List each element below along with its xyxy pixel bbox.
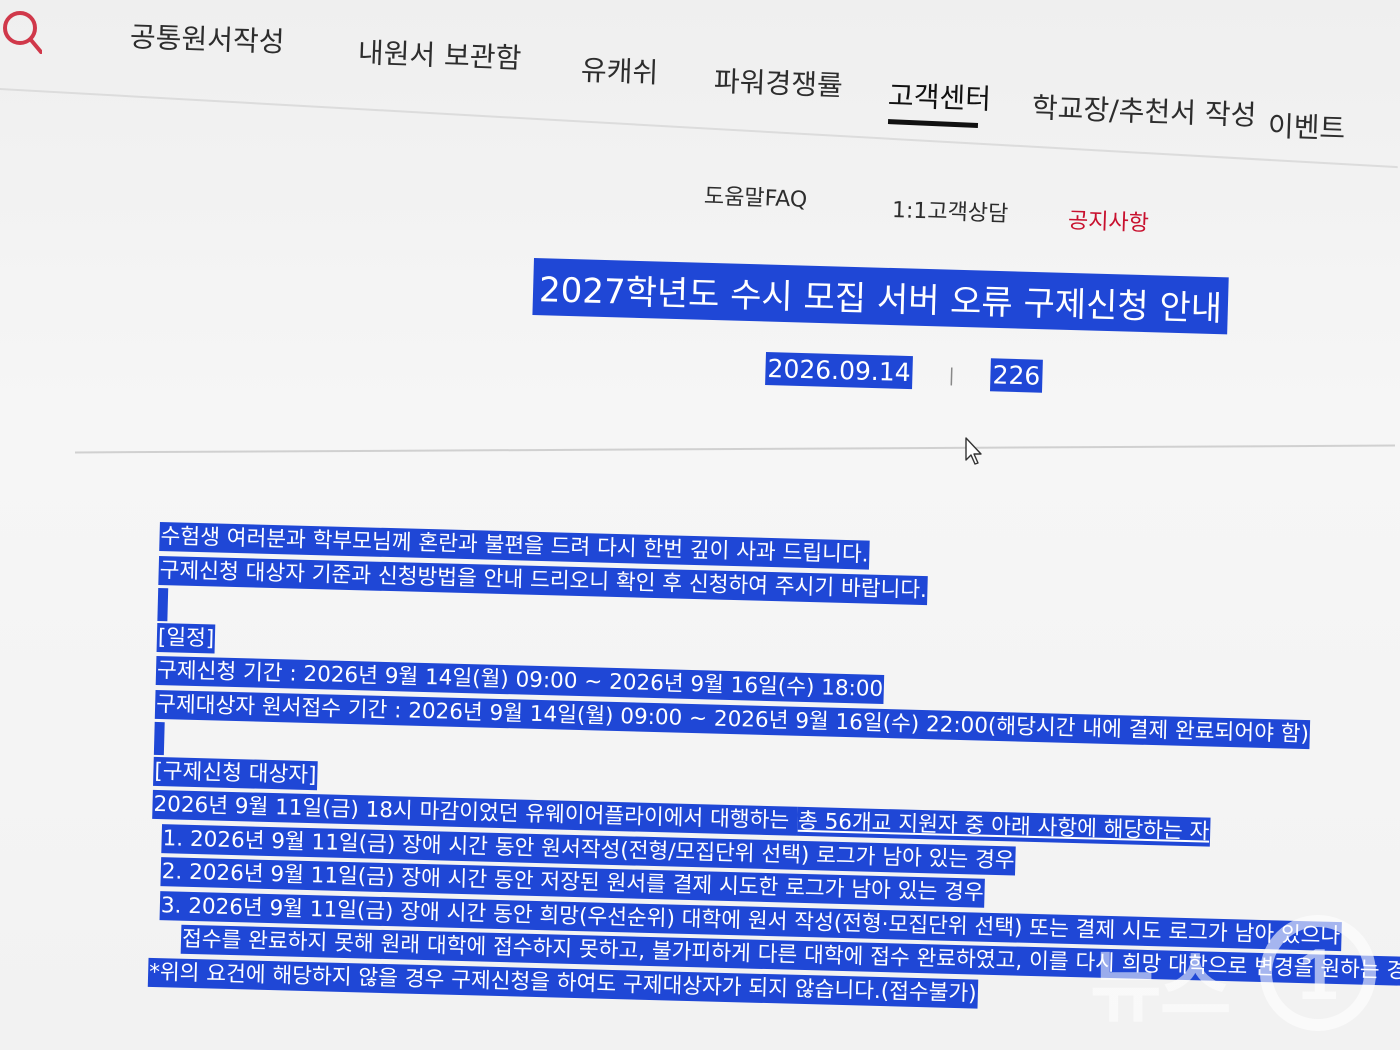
article-meta: 2026.09.14 | 226: [765, 352, 1043, 393]
active-tab-indicator: [887, 119, 979, 128]
article-view-count: 226: [990, 358, 1043, 393]
search-icon[interactable]: [2, 8, 42, 54]
article-title: 2027학년도 수시 모집 서버 오류 구제신청 안내: [532, 258, 1229, 335]
nav-item-common-application[interactable]: 공통원서작성: [129, 15, 285, 60]
subnav-item-faq[interactable]: 도움말FAQ: [703, 178, 808, 214]
article-date: 2026.09.14: [765, 352, 914, 390]
meta-separator: |: [948, 364, 955, 386]
nav-item-recommendation-letter[interactable]: 학교장/추천서 작성: [1031, 86, 1257, 134]
nav-item-ucash[interactable]: 유캐쉬: [580, 49, 659, 92]
webpage: 공통원서작성 내원서 보관함 유캐쉬 파워경쟁률 고객센터 학교장/추천서 작성…: [0, 0, 1400, 1050]
mouse-cursor-icon: [965, 437, 982, 465]
article-body: 수험생 여러분과 학부모님께 혼란과 불편을 드려 다시 한번 깊이 사과 드립…: [147, 520, 1400, 1021]
article-header-divider: [75, 444, 1395, 454]
nav-item-customer-center[interactable]: 고객센터: [887, 74, 991, 118]
top-navigation: 공통원서작성 내원서 보관함 유캐쉬 파워경쟁률 고객센터 학교장/추천서 작성…: [0, 0, 1400, 169]
nav-item-my-applications[interactable]: 내원서 보관함: [357, 31, 522, 77]
subnav-item-consultation[interactable]: 1:1고객상담: [891, 192, 1009, 228]
subnav-item-notice[interactable]: 공지사항: [1067, 203, 1150, 238]
nav-item-event[interactable]: 이벤트: [1267, 105, 1346, 148]
nav-item-power-competition[interactable]: 파워경쟁률: [713, 60, 843, 104]
